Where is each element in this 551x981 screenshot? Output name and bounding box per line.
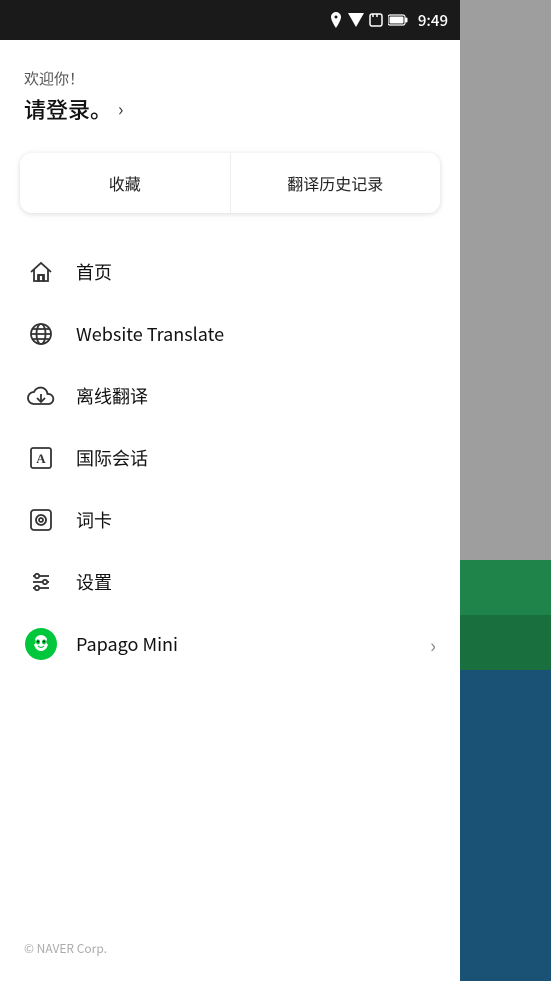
status-time: 9:49: [418, 10, 448, 31]
menu-label-settings: 设置: [76, 569, 112, 595]
menu-item-offline[interactable]: 离线翻译: [0, 365, 460, 427]
menu-item-settings[interactable]: 设置: [0, 551, 460, 613]
globe-icon: [24, 317, 58, 351]
login-chevron-icon: ›: [118, 96, 123, 122]
text-icon: A: [24, 441, 58, 475]
copyright-text: © NAVER Corp.: [24, 940, 107, 957]
status-bar: 9:49: [0, 0, 460, 40]
tab-container: 收藏 翻译历史记录: [20, 153, 440, 213]
menu-section: 首页 Website Translate: [0, 233, 460, 683]
footer: © NAVER Corp.: [24, 940, 107, 957]
right-panel-darkgreen: [460, 615, 551, 670]
right-panel-teal: [460, 560, 551, 615]
greeting-section: 欢迎你！ 请登录。 ›: [0, 40, 460, 141]
tab-favorites[interactable]: 收藏: [20, 153, 231, 213]
main-content: 欢迎你！ 请登录。 › 收藏 翻译历史记录 首页: [0, 40, 460, 981]
menu-label-home: 首页: [76, 259, 112, 285]
menu-label-website-translate: Website Translate: [76, 321, 224, 347]
status-icons: [329, 12, 408, 28]
menu-item-home[interactable]: 首页: [0, 241, 460, 303]
signal-icon: [348, 13, 364, 27]
menu-item-website-translate[interactable]: Website Translate: [0, 303, 460, 365]
menu-item-conversation[interactable]: A 国际会话: [0, 427, 460, 489]
menu-item-papago-mini[interactable]: Papago Mini ›: [0, 613, 460, 675]
greeting-sub: 欢迎你！: [24, 68, 436, 89]
flashcard-icon: [24, 503, 58, 537]
settings-icon: [24, 565, 58, 599]
papago-icon: [24, 627, 58, 661]
papago-mini-arrow-icon: ›: [430, 630, 436, 659]
menu-label-conversation: 国际会话: [76, 445, 148, 471]
sim-icon: [369, 13, 383, 27]
tab-history[interactable]: 翻译历史记录: [231, 153, 441, 213]
right-panel-blue: [460, 670, 551, 981]
menu-label-papago-mini: Papago Mini: [76, 631, 178, 657]
menu-item-flashcard[interactable]: 词卡: [0, 489, 460, 551]
login-row[interactable]: 请登录。 ›: [24, 93, 436, 125]
tab-section: 收藏 翻译历史记录: [0, 141, 460, 233]
battery-icon: [388, 14, 408, 26]
location-icon: [329, 12, 343, 28]
cloud-icon: [24, 379, 58, 413]
menu-label-offline: 离线翻译: [76, 383, 148, 409]
menu-label-flashcard: 词卡: [76, 507, 112, 533]
home-icon: [24, 255, 58, 289]
login-text: 请登录。: [24, 93, 112, 125]
svg-text:A: A: [36, 451, 46, 466]
